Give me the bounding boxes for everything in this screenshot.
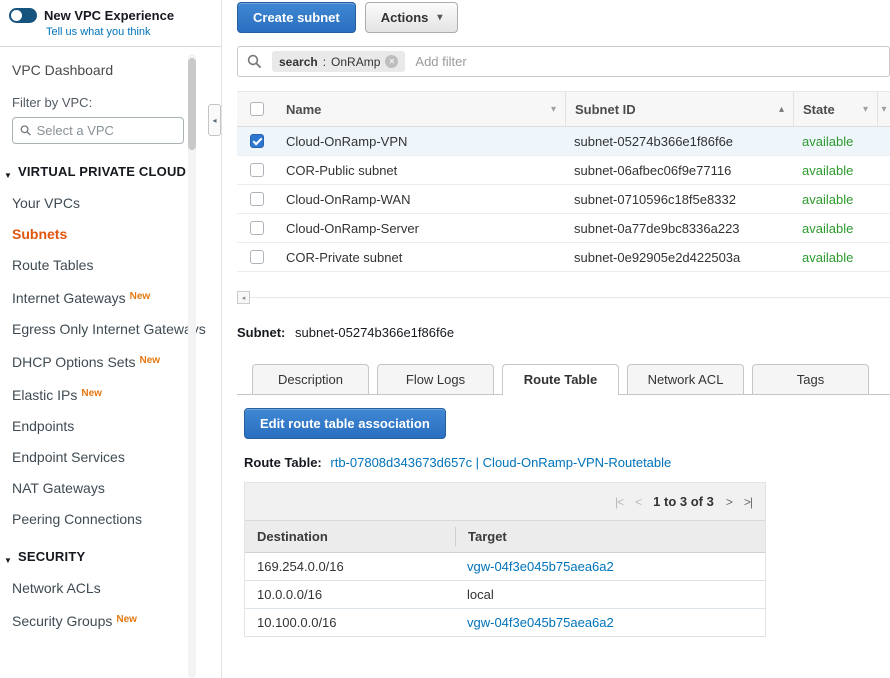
detail-tabs: Description Flow Logs Route Table Networ… [237,364,890,395]
sidebar-collapse-handle[interactable]: ◂ [208,104,221,136]
sort-down-icon: ▾ [551,104,556,115]
subnet-row[interactable]: Cloud-OnRamp-VPN subnet-05274b366e1f86f6… [237,127,890,156]
select-all-checkbox[interactable] [250,102,264,116]
remove-filter-icon[interactable]: ✕ [385,55,398,68]
filter-bar[interactable]: search : OnRAmp ✕ [237,46,890,77]
subnet-table: Name ▾ Subnet ID ▴ State ▾ ▾ Cloud-OnRam… [237,91,890,272]
status-badge: available [793,134,877,149]
pagination: |< < 1 to 3 of 3 > >| [245,483,765,520]
row-checkbox[interactable] [250,163,264,177]
next-page-icon[interactable]: > [726,495,732,509]
subnet-label: Subnet: [237,325,285,340]
new-vpc-experience-toggle[interactable] [9,8,37,23]
sort-down-icon: ▾ [863,104,868,115]
create-subnet-button[interactable]: Create subnet [237,2,356,33]
toggle-knob [11,10,22,21]
sidebar: New VPC Experience Tell us what you thin… [0,0,222,678]
sidebar-scrollbar-thumb[interactable] [188,58,196,150]
row-checkbox[interactable] [250,250,264,264]
route-table-heading: Route Table: rtb-07808d343673d657c | Clo… [244,455,890,470]
add-filter[interactable] [415,54,535,69]
caret-down-icon: ▾ [437,12,442,23]
scroll-left-icon: ◂ [242,294,246,302]
subnet-row[interactable]: COR-Private subnet subnet-0e92905e2d4225… [237,243,890,272]
horizontal-scrollbar-track[interactable] [250,297,890,298]
route-table-label: Route Table: [244,455,322,470]
add-filter-input[interactable] [415,54,535,69]
new-badge: New [116,614,137,625]
sort-up-icon: ▴ [779,104,784,115]
new-badge: New [81,388,102,399]
target-value: local [467,587,494,602]
tab-network-acl[interactable]: Network ACL [627,364,744,394]
filter-tag-value: OnRAmp [331,55,380,69]
main-content: Create subnet Actions ▾ search : OnRAmp … [223,0,890,678]
tab-flow-logs[interactable]: Flow Logs [377,364,494,394]
toolbar: Create subnet Actions ▾ [237,2,890,33]
section-virtual-private-cloud[interactable]: ▼ VIRTUAL PRIVATE CLOUD [4,163,190,181]
previous-page-icon[interactable]: < [635,495,641,509]
route-table-link[interactable]: rtb-07808d343673d657c | Cloud-OnRamp-VPN… [330,455,671,470]
collapse-triangle-icon: ▼ [4,167,12,185]
new-vpc-experience-label: New VPC Experience [44,8,174,23]
target-link[interactable]: vgw-04f3e045b75aea6a2 [467,559,614,574]
sort-down-icon: ▾ [881,104,886,115]
actions-button[interactable]: Actions ▾ [365,2,459,33]
tab-route-table[interactable]: Route Table [502,364,619,394]
collapse-left-icon: ◂ [212,116,216,125]
row-checkbox[interactable] [250,221,264,235]
subnet-table-header: Name ▾ Subnet ID ▴ State ▾ ▾ [237,91,890,127]
aws-vpc-console: New VPC Experience Tell us what you thin… [0,0,890,678]
first-page-icon[interactable]: |< [615,495,623,509]
column-header-target: Target [455,527,765,546]
column-header-overflow[interactable]: ▾ [877,92,890,126]
status-badge: available [793,192,877,207]
search-icon [20,124,32,137]
subnet-row[interactable]: Cloud-OnRamp-Server subnet-0a77de9bc8336… [237,214,890,243]
subnet-id-value: subnet-05274b366e1f86f6e [295,325,454,340]
column-header-state[interactable]: State ▾ [793,92,877,126]
collapse-triangle-icon: ▼ [4,552,12,570]
filter-tag[interactable]: search : OnRAmp ✕ [272,51,405,72]
select-vpc-input[interactable] [37,123,176,138]
select-vpc-search-box[interactable] [12,117,184,144]
subnet-row[interactable]: Cloud-OnRamp-WAN subnet-0710596c18f5e833… [237,185,890,214]
routes-table-header: Destination Target [245,520,765,553]
tab-description[interactable]: Description [252,364,369,394]
scroll-left-button[interactable]: ◂ [237,291,250,304]
new-vpc-experience-panel: New VPC Experience Tell us what you thin… [0,0,221,47]
subnet-row[interactable]: COR-Public subnet subnet-06afbec06f9e771… [237,156,890,185]
new-badge: New [139,355,160,366]
pagination-label: 1 to 3 of 3 [653,494,714,509]
route-row: 169.254.0.0/16 vgw-04f3e045b75aea6a2 [245,553,765,581]
target-link[interactable]: vgw-04f3e045b75aea6a2 [467,615,614,630]
column-header-name[interactable]: Name ▾ [277,92,565,126]
section-security[interactable]: ▼ SECURITY [4,548,190,566]
edit-route-table-association-button[interactable]: Edit route table association [244,408,446,439]
status-badge: available [793,250,877,265]
tab-tags[interactable]: Tags [752,364,869,394]
routes-table: |< < 1 to 3 of 3 > >| Destination Target… [244,482,766,637]
feedback-link[interactable]: Tell us what you think [46,26,215,38]
route-row: 10.100.0.0/16 vgw-04f3e045b75aea6a2 [245,609,765,637]
status-badge: available [793,163,877,178]
section-title-text: SECURITY [18,549,85,564]
route-row: 10.0.0.0/16 local [245,581,765,609]
selected-subnet-heading: Subnet: subnet-05274b366e1f86f6e [237,325,890,340]
filter-tag-separator: : [323,55,326,69]
column-header-subnet-id[interactable]: Subnet ID ▴ [565,92,793,126]
status-badge: available [793,221,877,236]
horizontal-scrollbar[interactable]: ◂ [237,291,890,304]
search-icon [247,54,262,69]
sidebar-scrollbar[interactable] [188,54,196,678]
last-page-icon[interactable]: >| [744,495,752,509]
row-checkbox[interactable] [250,134,264,148]
column-header-destination: Destination [245,529,455,544]
filter-tag-key: search [279,55,318,69]
new-badge: New [130,291,151,302]
row-checkbox[interactable] [250,192,264,206]
section-title-text: VIRTUAL PRIVATE CLOUD [18,164,186,179]
